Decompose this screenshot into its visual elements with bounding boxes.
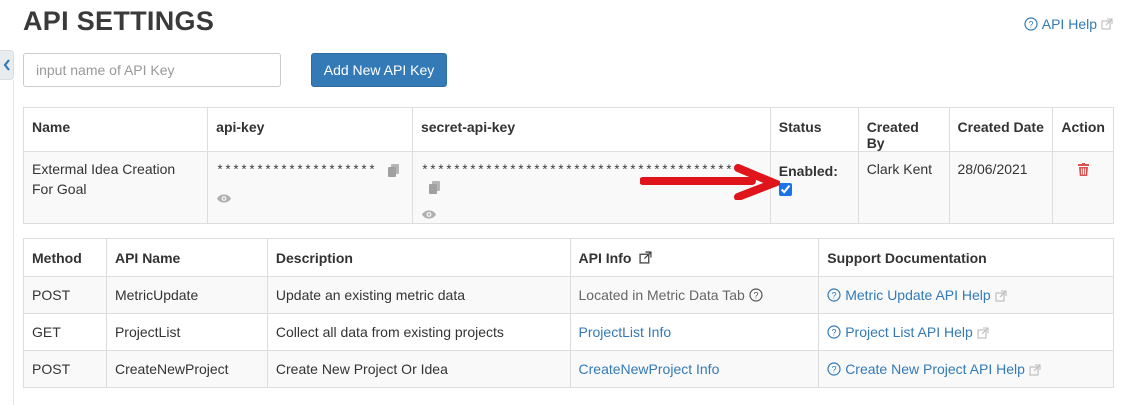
method-cell: GET bbox=[23, 313, 107, 351]
status-cell: Enabled: bbox=[769, 151, 859, 224]
api-name-cell: ProjectList bbox=[105, 313, 268, 351]
description-cell: Collect all data from existing projects bbox=[266, 313, 571, 351]
support-doc-link[interactable]: ? Metric Update API Help bbox=[827, 287, 1007, 303]
question-circle-icon: ? bbox=[1024, 17, 1038, 31]
copy-icon[interactable] bbox=[428, 180, 440, 194]
action-cell bbox=[1052, 151, 1114, 224]
api-keys-table: Name api-key secret-api-key Status Creat… bbox=[22, 107, 1114, 224]
api-name-cell: CreateNewProject bbox=[105, 350, 268, 388]
support-doc-cell: ? Project List API Help bbox=[818, 313, 1114, 351]
table-header-row: Method API Name Description API Info Sup… bbox=[23, 238, 1114, 277]
external-link-icon bbox=[977, 327, 989, 339]
api-info-text: Located in Metric Data Tab bbox=[578, 287, 745, 303]
support-doc-link[interactable]: ? Project List API Help bbox=[827, 324, 989, 340]
api-name-cell: MetricUpdate bbox=[105, 276, 268, 314]
external-link-icon bbox=[639, 251, 652, 264]
key-name-cell: Extermal Idea Creation For Goal bbox=[22, 151, 209, 224]
support-doc-cell: ? Create New Project API Help bbox=[818, 350, 1114, 388]
column-header: Support Documentation bbox=[818, 238, 1114, 277]
api-info-link[interactable]: ProjectList Info bbox=[579, 324, 672, 340]
question-circle-icon: ? bbox=[827, 325, 841, 339]
external-link-icon bbox=[1101, 18, 1113, 30]
column-header: Method bbox=[23, 238, 107, 277]
question-circle-icon[interactable]: ? bbox=[749, 288, 763, 302]
column-header: Name bbox=[22, 107, 209, 152]
api-info-cell: Located in Metric Data Tab ? bbox=[569, 276, 820, 314]
chevron-left-icon bbox=[3, 59, 10, 71]
column-header-api-info: API Info bbox=[569, 238, 820, 277]
svg-text:?: ? bbox=[753, 291, 758, 301]
svg-text:?: ? bbox=[832, 291, 837, 301]
created-date-cell: 28/06/2021 bbox=[948, 151, 1054, 224]
svg-text:?: ? bbox=[1028, 20, 1033, 30]
svg-text:?: ? bbox=[832, 365, 837, 375]
column-header: secret-api-key bbox=[411, 107, 771, 152]
column-header: api-key bbox=[207, 107, 413, 152]
column-header: Created By bbox=[857, 107, 950, 152]
api-key-cell: ******************** bbox=[207, 151, 413, 224]
eye-icon[interactable] bbox=[216, 193, 232, 204]
sidebar-divider bbox=[13, 80, 14, 405]
enabled-checkbox[interactable] bbox=[778, 183, 792, 196]
api-help-label: API Help bbox=[1041, 16, 1097, 32]
copy-icon[interactable] bbox=[388, 163, 400, 177]
status-label: Enabled: bbox=[778, 163, 838, 179]
eye-icon[interactable] bbox=[421, 209, 437, 220]
external-link-icon bbox=[995, 290, 1007, 302]
column-header: Action bbox=[1052, 107, 1114, 152]
created-by-cell: Clark Kent bbox=[857, 151, 950, 224]
api-key-name-input[interactable] bbox=[23, 53, 281, 87]
table-row: GET ProjectList Collect all data from ex… bbox=[23, 313, 1114, 351]
column-header: Created Date bbox=[948, 107, 1054, 152]
question-circle-icon: ? bbox=[827, 362, 841, 376]
api-info-cell: ProjectList Info bbox=[569, 313, 820, 351]
api-key-masked: ******************** bbox=[216, 163, 377, 178]
svg-text:?: ? bbox=[832, 328, 837, 338]
api-help-link[interactable]: ? API Help bbox=[1024, 16, 1113, 32]
trash-icon[interactable] bbox=[1077, 163, 1089, 176]
page-title: API SETTINGS bbox=[23, 6, 215, 36]
column-header: Description bbox=[266, 238, 571, 277]
support-doc-link[interactable]: ? Create New Project API Help bbox=[827, 361, 1041, 377]
description-cell: Create New Project Or Idea bbox=[266, 350, 571, 388]
api-info-link[interactable]: CreateNewProject Info bbox=[579, 361, 720, 377]
sidebar-collapse-toggle[interactable] bbox=[0, 50, 14, 80]
table-row: POST MetricUpdate Update an existing met… bbox=[23, 276, 1114, 314]
api-info-cell: CreateNewProject Info bbox=[569, 350, 820, 388]
table-row: Extermal Idea Creation For Goal ********… bbox=[22, 151, 1114, 224]
description-cell: Update an existing metric data bbox=[266, 276, 571, 314]
add-api-key-button[interactable]: Add New API Key bbox=[311, 53, 447, 87]
column-header: Status bbox=[769, 107, 859, 152]
method-cell: POST bbox=[23, 350, 107, 388]
table-row: POST CreateNewProject Create New Project… bbox=[23, 350, 1114, 388]
method-cell: POST bbox=[23, 276, 107, 314]
table-header-row: Name api-key secret-api-key Status Creat… bbox=[22, 107, 1114, 152]
question-circle-icon: ? bbox=[827, 288, 841, 302]
key-name: Extermal Idea Creation For Goal bbox=[32, 161, 176, 197]
external-link-icon bbox=[1029, 364, 1041, 376]
api-list-table: Method API Name Description API Info Sup… bbox=[23, 238, 1114, 388]
arrow-annotation bbox=[640, 164, 780, 200]
column-header: API Name bbox=[105, 238, 268, 277]
support-doc-cell: ? Metric Update API Help bbox=[818, 276, 1114, 314]
